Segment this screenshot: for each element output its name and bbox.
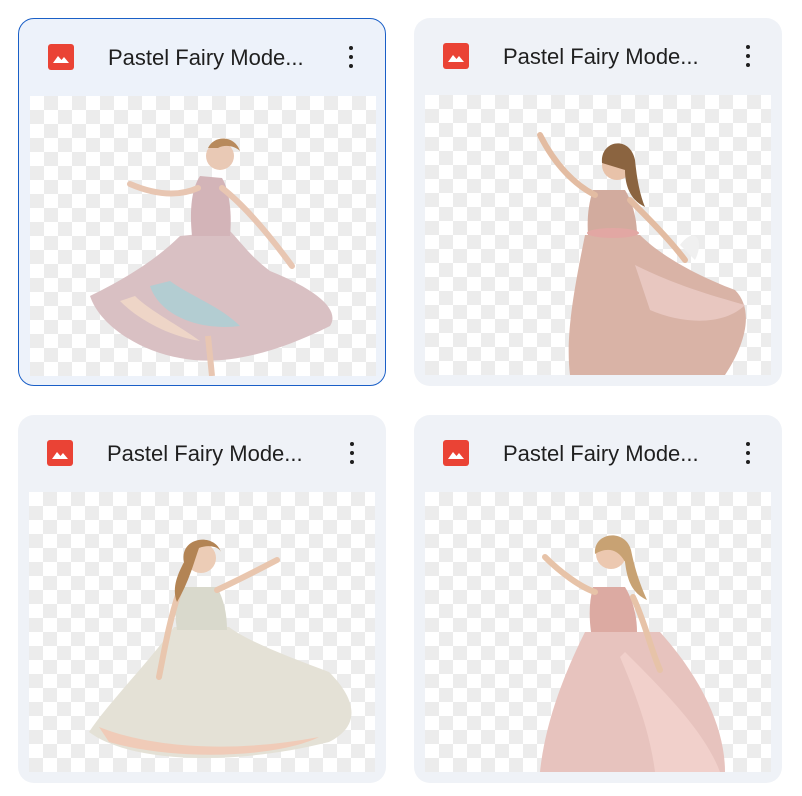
file-grid: Pastel Fairy Mode... Pastel Fairy Mode..… <box>0 0 802 796</box>
file-title[interactable]: Pastel Fairy Mode... <box>503 441 718 467</box>
file-thumbnail[interactable] <box>29 492 375 772</box>
file-title[interactable]: Pastel Fairy Mode... <box>503 44 718 70</box>
file-card-header: Pastel Fairy Mode... <box>18 415 386 491</box>
image-icon <box>443 440 469 466</box>
more-vert-icon <box>350 442 354 446</box>
file-card[interactable]: Pastel Fairy Mode... <box>414 415 782 783</box>
file-card[interactable]: Pastel Fairy Mode... <box>18 18 386 386</box>
image-icon <box>48 44 74 70</box>
thumbnail-image <box>89 539 352 759</box>
more-options-button[interactable] <box>338 437 366 469</box>
file-card-header: Pastel Fairy Mode... <box>414 415 782 491</box>
file-title[interactable]: Pastel Fairy Mode... <box>108 45 323 71</box>
image-icon <box>47 440 73 466</box>
more-vert-icon <box>746 442 750 446</box>
file-thumbnail[interactable] <box>30 96 376 376</box>
image-icon <box>443 43 469 69</box>
thumbnail-image <box>540 535 725 772</box>
file-thumbnail[interactable] <box>425 95 771 375</box>
file-card[interactable]: Pastel Fairy Mode... <box>414 18 782 386</box>
file-thumbnail[interactable] <box>425 492 771 772</box>
more-options-button[interactable] <box>734 40 762 72</box>
file-card-header: Pastel Fairy Mode... <box>414 18 782 94</box>
more-vert-icon <box>746 45 750 49</box>
file-card[interactable]: Pastel Fairy Mode... <box>18 415 386 783</box>
file-title[interactable]: Pastel Fairy Mode... <box>107 441 322 467</box>
file-card-header: Pastel Fairy Mode... <box>19 19 385 95</box>
thumbnail-image <box>537 132 746 375</box>
more-options-button[interactable] <box>734 437 762 469</box>
more-vert-icon <box>349 46 353 50</box>
more-options-button[interactable] <box>337 41 365 73</box>
thumbnail-image <box>90 138 333 376</box>
